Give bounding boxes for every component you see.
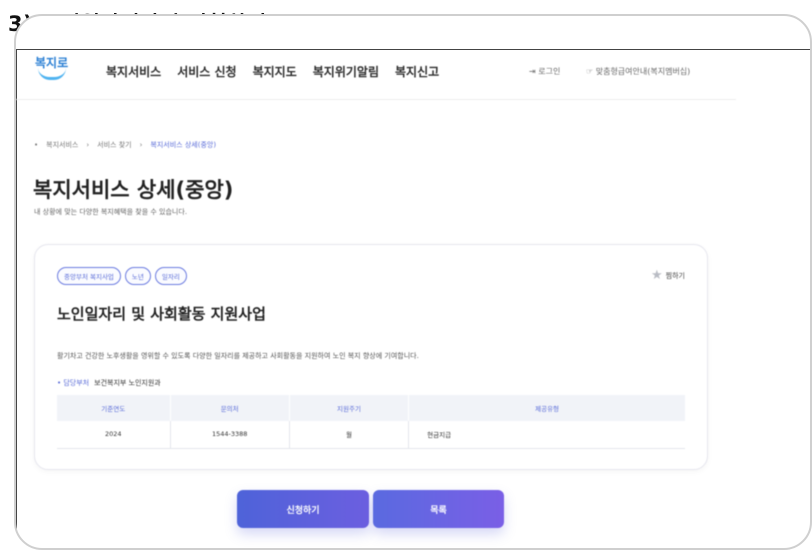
service-detail-card: 중앙부처 복지사업 노년 일자리 ★ 찜하기 노인일자리 및 사회활동 지원사업… — [34, 244, 708, 470]
service-title: 노인일자리 및 사회활동 지원사업 — [57, 305, 266, 323]
apply-button[interactable]: 신청하기 — [237, 490, 369, 528]
nav-service-apply[interactable]: 서비스 신청 — [177, 63, 236, 80]
login-label: 로그인 — [538, 67, 561, 76]
department-label: • 담당부처 — [57, 379, 90, 387]
nav-welfare-map[interactable]: 복지지도 — [253, 63, 297, 80]
logo-smile-icon — [38, 68, 66, 80]
login-link[interactable]: ⇥ 로그인 — [529, 66, 560, 77]
login-icon: ⇥ — [529, 67, 536, 76]
header-divider — [16, 99, 736, 100]
chevron-right-icon: › — [139, 141, 143, 149]
cell-type: 현금지급 — [408, 421, 685, 449]
table-header-row: 기준연도 문의처 지원주기 제공유형 — [57, 395, 685, 421]
tag-chip[interactable]: 노년 — [124, 267, 151, 285]
breadcrumb-item[interactable]: 서비스 찾기 — [97, 140, 131, 150]
bokjiro-logo[interactable]: 복지로 — [35, 54, 69, 84]
favorite-button[interactable]: ★ 찜하기 — [651, 269, 685, 282]
breadcrumb: • 복지서비스 › 서비스 찾기 › 복지서비스 상세(중앙) — [34, 140, 216, 150]
home-dot-icon: • — [34, 141, 39, 149]
department-value: 보건복지부 노인지원과 — [94, 379, 161, 387]
cell-contact: 1544-3388 — [170, 421, 290, 449]
guide-icon: ☞ — [586, 67, 594, 76]
tag-chip[interactable]: 일자리 — [154, 267, 187, 285]
custom-guide-label: 맞춤형급여안내(복지멤버십) — [595, 67, 691, 76]
list-button[interactable]: 목록 — [373, 490, 504, 528]
breadcrumb-current: 복지서비스 상세(중앙) — [150, 141, 217, 149]
star-icon: ★ — [651, 268, 663, 283]
custom-guide-link[interactable]: ☞ 맞춤형급여안내(복지멤버십) — [586, 66, 690, 77]
nav-welfare-service[interactable]: 복지서비스 — [106, 63, 161, 80]
bokjiro-page: 복지로 복지서비스 서비스 신청 복지지도 복지위기알림 복지신고 ⇥ 로그인 … — [16, 36, 736, 548]
col-header: 제공유형 — [408, 395, 685, 421]
chevron-right-icon: › — [86, 141, 90, 149]
nav-welfare-report[interactable]: 복지신고 — [395, 63, 439, 80]
tag-chip[interactable]: 중앙부처 복지사업 — [57, 267, 121, 285]
cell-cycle: 월 — [289, 421, 410, 449]
table-row: 2024 1544-3388 월 현금지급 — [57, 421, 685, 449]
page-title: 복지서비스 상세(중앙) — [33, 178, 234, 202]
department-info: • 담당부처 보건복지부 노인지원과 — [57, 378, 161, 388]
service-description: 활기차고 건강한 노후생활을 영위할 수 있도록 다양한 일자리를 제공하고 사… — [57, 352, 419, 360]
page-subtitle: 내 상황에 맞는 다양한 복지혜택을 찾을 수 있습니다. — [34, 208, 188, 216]
tag-list: 중앙부처 복지사업 노년 일자리 — [57, 267, 187, 285]
col-header: 지원주기 — [289, 395, 410, 421]
screenshot-frame: 복지로 복지서비스 서비스 신청 복지지도 복지위기알림 복지신고 ⇥ 로그인 … — [14, 14, 812, 550]
main-nav: 복지서비스 서비스 신청 복지지도 복지위기알림 복지신고 — [106, 63, 439, 80]
cell-year: 2024 — [57, 421, 171, 449]
favorite-label: 찜하기 — [665, 271, 685, 280]
col-header: 기준연도 — [57, 395, 171, 421]
service-info-table: 기준연도 문의처 지원주기 제공유형 2024 1544-3388 월 현금지급 — [57, 395, 685, 449]
breadcrumb-item[interactable]: 복지서비스 — [46, 140, 78, 150]
nav-crisis-alert[interactable]: 복지위기알림 — [313, 63, 379, 80]
col-header: 문의처 — [170, 395, 290, 421]
